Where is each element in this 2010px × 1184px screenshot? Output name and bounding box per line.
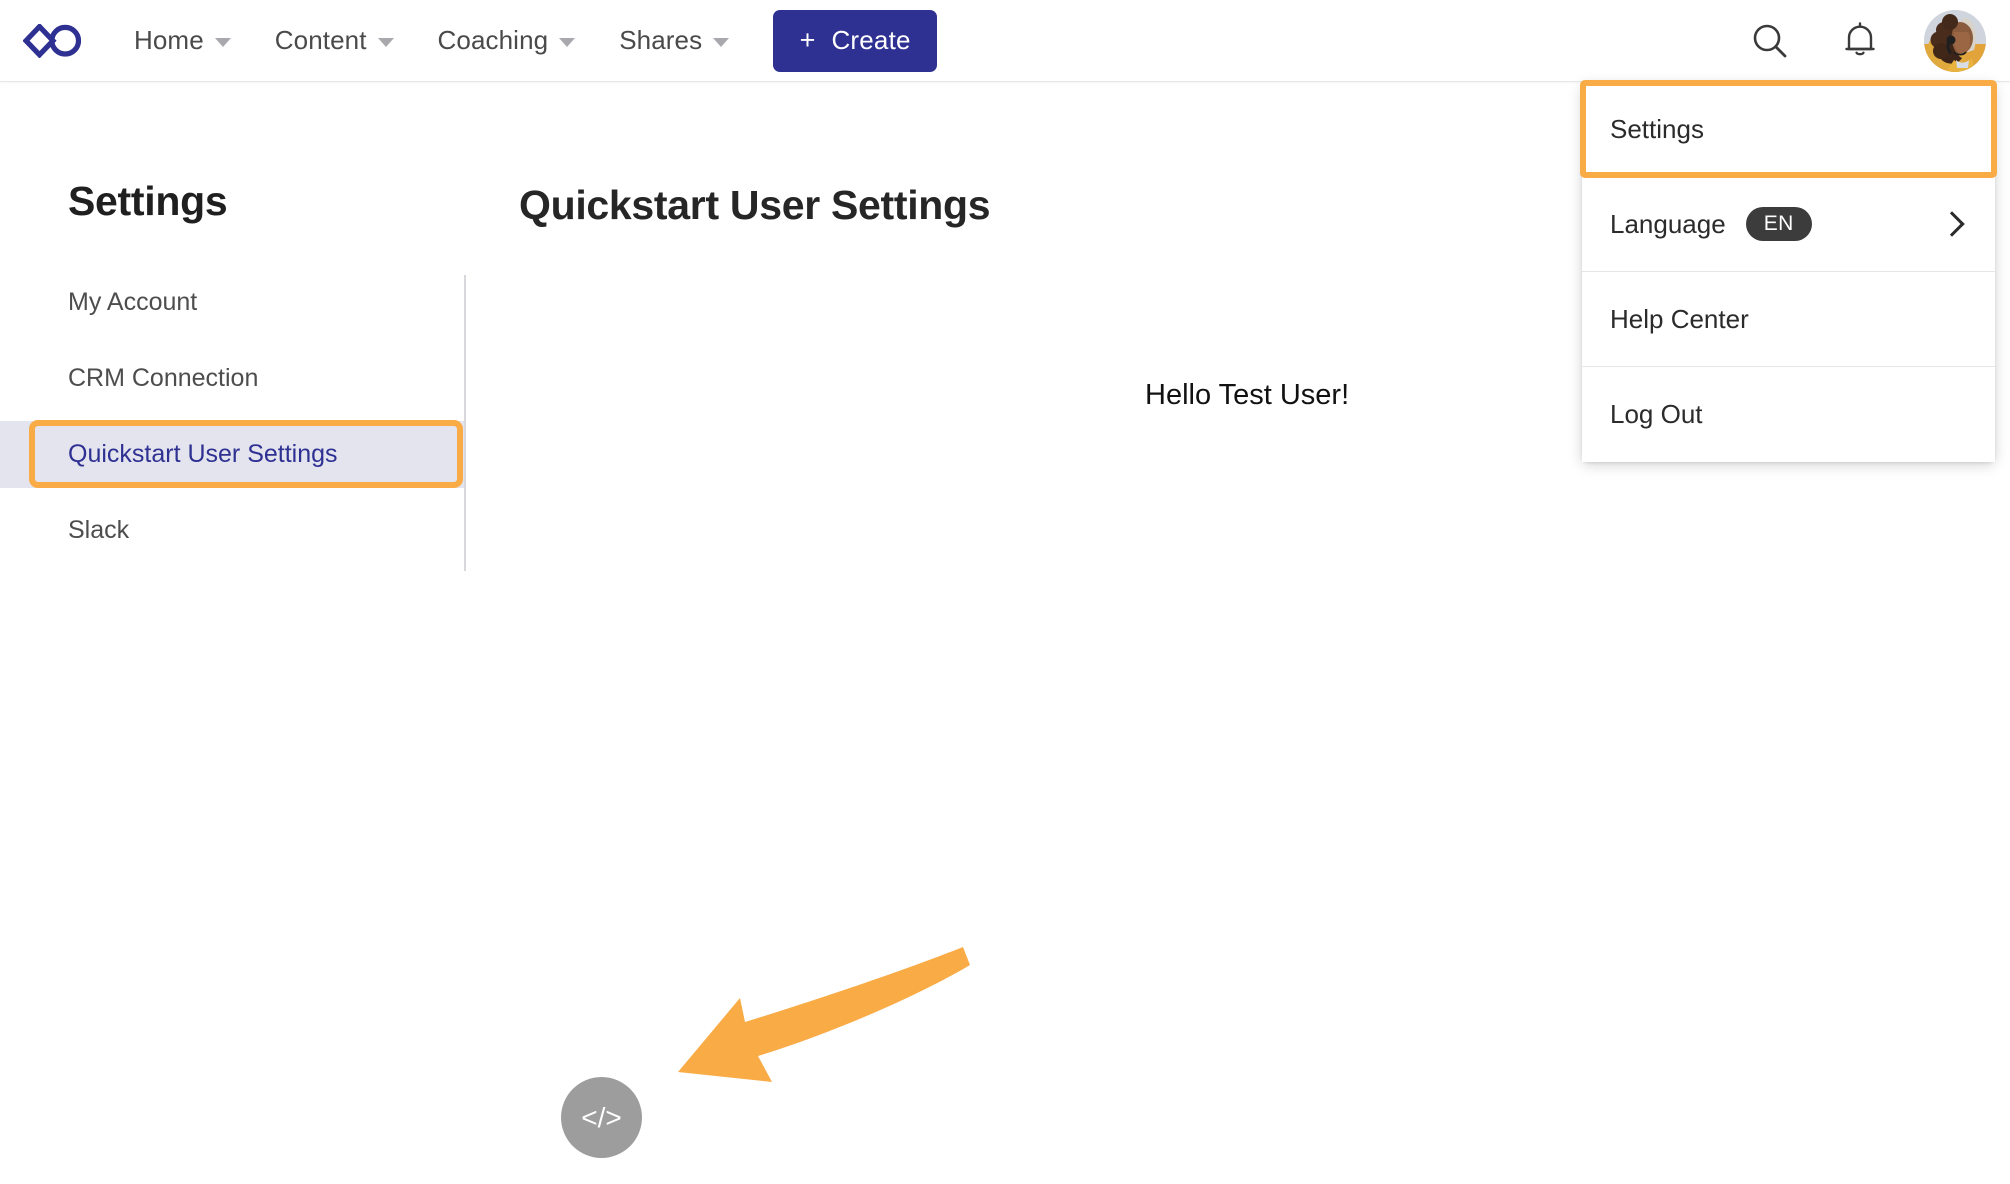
create-button[interactable]: + Create <box>773 9 938 72</box>
nav-item-shares[interactable]: Shares <box>597 17 751 64</box>
sidebar-item-label: Slack <box>68 516 130 544</box>
sidebar-item-crm-connection[interactable]: CRM Connection <box>0 345 465 412</box>
header-actions <box>1744 9 1986 72</box>
sidebar-item-label: CRM Connection <box>68 364 259 392</box>
search-icon <box>1753 24 1787 57</box>
chevron-down-icon <box>214 37 231 47</box>
bell-icon <box>1845 21 1875 55</box>
avatar[interactable] <box>1924 9 1986 72</box>
code-icon: </> <box>581 1101 622 1133</box>
chevron-down-icon <box>377 37 394 47</box>
sidebar-item-label: Quickstart User Settings <box>68 440 338 468</box>
nav-item-content[interactable]: Content <box>253 17 416 64</box>
nav-item-home[interactable]: Home <box>112 17 253 64</box>
nav-item-content-label: Content <box>274 25 367 55</box>
create-button-label: Create <box>831 25 911 55</box>
search-button[interactable] <box>1744 15 1796 67</box>
notifications-button[interactable] <box>1834 15 1886 67</box>
nav-item-coaching[interactable]: Coaching <box>416 17 598 64</box>
sidebar-item-quickstart-user-settings[interactable]: Quickstart User Settings <box>0 421 465 488</box>
sidebar-item-slack[interactable]: Slack <box>0 497 465 564</box>
language-badge: EN <box>1745 207 1812 241</box>
sidebar-nav-list: My Account CRM Connection Quickstart Use… <box>0 269 465 564</box>
chevron-right-icon <box>1939 211 1965 237</box>
code-fab-button[interactable]: </> <box>561 1077 642 1158</box>
menu-item-settings-label: Settings <box>1610 113 1704 144</box>
avatar-photo-icon <box>1924 9 1986 72</box>
sidebar-title: Settings <box>68 178 228 224</box>
menu-item-language-label: Language <box>1610 208 1726 239</box>
menu-item-log-out-label: Log Out <box>1610 399 1703 429</box>
menu-item-help-center-label: Help Center <box>1610 303 1749 334</box>
sidebar-divider <box>464 275 466 571</box>
nav-item-home-label: Home <box>134 25 204 55</box>
brand-logo[interactable] <box>22 19 82 63</box>
plus-icon: + <box>799 25 816 55</box>
primary-nav: Home Content Coaching Shares <box>112 17 751 64</box>
nav-item-coaching-label: Coaching <box>437 25 549 55</box>
greeting-text: Hello Test User! <box>1145 379 1350 411</box>
sidebar-item-label: My Account <box>68 288 198 316</box>
user-dropdown-menu: Settings Language EN Help Center Log Out <box>1580 80 1997 462</box>
menu-item-settings[interactable]: Settings <box>1582 82 1995 177</box>
menu-item-log-out[interactable]: Log Out <box>1582 367 1995 462</box>
nav-item-shares-label: Shares <box>619 25 703 55</box>
chevron-down-icon <box>559 37 576 47</box>
sidebar-item-my-account[interactable]: My Account <box>0 269 465 336</box>
top-header: Home Content Coaching Shares + Create <box>0 0 2010 82</box>
infinity-diamond-logo-icon <box>23 23 81 58</box>
menu-item-language[interactable]: Language EN <box>1582 177 1995 272</box>
chevron-down-icon <box>713 37 730 47</box>
settings-sidebar: Settings My Account CRM Connection Quick… <box>0 82 465 573</box>
menu-item-help-center[interactable]: Help Center <box>1582 272 1995 367</box>
